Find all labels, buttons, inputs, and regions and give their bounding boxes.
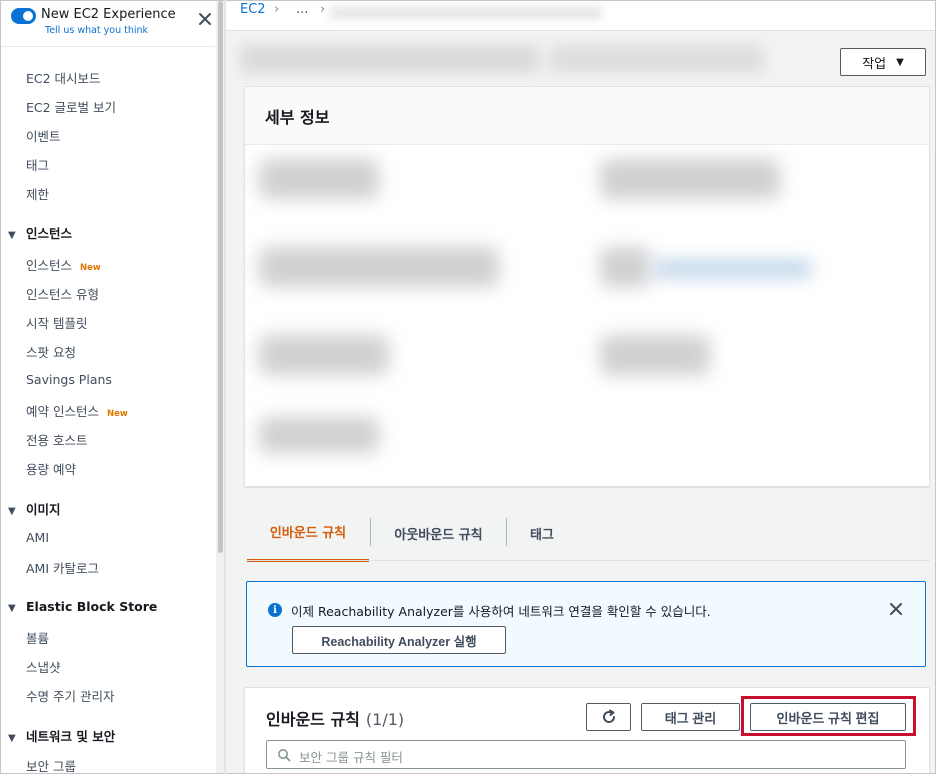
sidebar-item-savings-plans[interactable]: Savings Plans: [26, 372, 112, 387]
caret-down-icon: ▼: [8, 506, 16, 517]
section-title: 이미지: [26, 502, 61, 517]
chevron-right-icon: ›: [274, 2, 280, 17]
sidebar-item-tags[interactable]: 태그: [26, 155, 49, 174]
info-alert: i 이제 Reachability Analyzer를 사용하여 네트워크 연결…: [246, 581, 926, 667]
sidebar-item-instances[interactable]: 인스턴스 New: [26, 255, 101, 274]
new-experience-title: New EC2 Experience: [41, 7, 176, 22]
chevron-right-icon: ›: [320, 2, 326, 17]
filter-placeholder: 보안 그룹 규칙 필터: [299, 750, 403, 765]
sidebar-item-instance-types[interactable]: 인스턴스 유형: [26, 284, 99, 303]
sidebar-divider: [1, 46, 215, 47]
tab-outbound-rules[interactable]: 아웃바운드 규칙: [371, 504, 506, 562]
run-reachability-analyzer-button[interactable]: Reachability Analyzer 실행: [292, 626, 506, 654]
sidebar-item-ami[interactable]: AMI: [26, 530, 49, 545]
details-header: 세부 정보: [245, 87, 929, 145]
caret-down-icon: ▼: [8, 603, 16, 614]
page-subtitle-redacted: [550, 45, 764, 73]
sidebar-item-limits[interactable]: 제한: [26, 184, 49, 203]
sidebar-item-spot-requests[interactable]: 스팟 요청: [26, 342, 76, 361]
redacted-field: [259, 247, 499, 287]
inbound-rules-heading: 인바운드 규칙: [266, 710, 360, 729]
caret-down-icon: ▼: [896, 56, 904, 68]
info-alert-message: 이제 Reachability Analyzer를 사용하여 네트워크 연결을 …: [291, 604, 711, 619]
inbound-rules-panel: 인바운드 규칙 (1/1) 태그 관리 인바운드 규칙 편집 보안 그룹 규칙 필…: [244, 687, 930, 773]
search-icon: [278, 749, 291, 762]
toggle-knob: [23, 11, 33, 21]
breadcrumb-ellipsis[interactable]: ...: [296, 2, 308, 17]
actions-label: 작업: [862, 56, 887, 72]
new-experience-banner: New EC2 Experience Tell us what you thin…: [9, 5, 217, 45]
section-title: 인스턴스: [26, 226, 73, 241]
sidebar-item-volumes[interactable]: 볼륨: [26, 628, 49, 647]
sidebar-item-events[interactable]: 이벤트: [26, 126, 61, 145]
tab-tags[interactable]: 태그: [507, 504, 577, 562]
sidebar-item-ec2-dashboard[interactable]: EC2 대시보드: [26, 68, 101, 87]
sidebar-item-ami-catalog[interactable]: AMI 카탈로그: [26, 558, 99, 577]
sidebar-item-ec2-global-view[interactable]: EC2 글로벌 보기: [26, 97, 116, 116]
redacted-field: [600, 247, 650, 287]
details-title: 세부 정보: [265, 108, 330, 127]
main-content: EC2 › ... › 작업 ▼ 세부 정보 인바운드 규칙 아웃바운드 규칙 …: [226, 1, 935, 773]
feedback-link[interactable]: Tell us what you think: [45, 25, 148, 36]
redacted-field: [259, 335, 389, 375]
sidebar-item-capacity-reservations[interactable]: 용량 예약: [26, 459, 76, 478]
caret-down-icon: ▼: [8, 230, 16, 241]
redacted-field: [259, 159, 379, 199]
section-title: 네트워크 및 보안: [26, 729, 116, 744]
sidebar-section-ebs[interactable]: ▼ Elastic Block Store: [8, 599, 157, 614]
inbound-rules-title: 인바운드 규칙 (1/1): [266, 706, 404, 730]
redacted-text: [264, 455, 374, 465]
sidebar-item-dedicated-hosts[interactable]: 전용 호스트: [26, 430, 87, 449]
sidebar: New EC2 Experience Tell us what you thin…: [1, 1, 224, 773]
sidebar-section-instances[interactable]: ▼ 인스턴스: [8, 223, 72, 242]
refresh-icon: [602, 709, 615, 723]
security-group-tabs: 인바운드 규칙 아웃바운드 규칙 태그: [244, 504, 930, 562]
tabs-underline: [244, 560, 930, 561]
new-badge: New: [106, 409, 128, 419]
actions-dropdown-button[interactable]: 작업 ▼: [840, 48, 926, 76]
sidebar-section-network-security[interactable]: ▼ 네트워크 및 보안: [8, 726, 115, 745]
breadcrumb-redacted: [330, 6, 602, 20]
new-badge: New: [80, 263, 101, 273]
caret-down-icon: ▼: [8, 733, 16, 744]
redacted-link: [653, 261, 813, 277]
close-icon[interactable]: [888, 601, 904, 617]
sidebar-item-label: 인스턴스: [26, 258, 73, 273]
sidebar-item-security-groups[interactable]: 보안 그룹: [26, 756, 76, 773]
rules-filter-input[interactable]: 보안 그룹 규칙 필터: [266, 740, 906, 769]
details-panel: 세부 정보: [244, 86, 930, 487]
sidebar-item-label: 예약 인스턴스: [26, 404, 99, 419]
sidebar-scrollbar-thumb[interactable]: [218, 1, 223, 553]
breadcrumb-ec2-link[interactable]: EC2: [240, 2, 266, 17]
page-title-redacted: [240, 45, 540, 73]
refresh-button[interactable]: [586, 703, 631, 731]
manage-tags-button[interactable]: 태그 관리: [641, 703, 740, 731]
sidebar-section-images[interactable]: ▼ 이미지: [8, 499, 61, 518]
highlight-box: [741, 696, 916, 736]
breadcrumb: EC2 › ... ›: [226, 1, 935, 31]
info-icon: i: [268, 603, 282, 617]
close-icon[interactable]: [197, 11, 213, 27]
section-title: Elastic Block Store: [26, 599, 158, 614]
redacted-field: [600, 335, 710, 375]
rules-count: (1/1): [365, 710, 405, 729]
sidebar-item-lifecycle-manager[interactable]: 수명 주기 관리자: [26, 686, 114, 705]
redacted-field: [259, 417, 379, 453]
sidebar-item-launch-templates[interactable]: 시작 템플릿: [26, 313, 87, 332]
tab-inbound-rules[interactable]: 인바운드 규칙: [247, 504, 369, 562]
sidebar-item-reserved-instances[interactable]: 예약 인스턴스 New: [26, 401, 128, 420]
redacted-field: [600, 159, 780, 199]
new-experience-toggle[interactable]: [11, 8, 36, 24]
sidebar-item-snapshots[interactable]: 스냅샷: [26, 657, 61, 676]
